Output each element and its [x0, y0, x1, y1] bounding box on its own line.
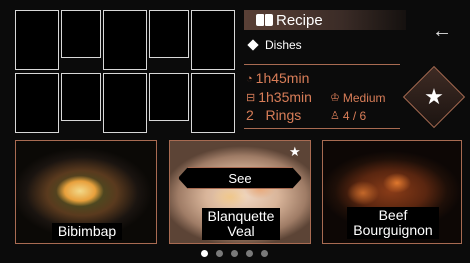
star-icon[interactable]: ★: [412, 75, 456, 119]
diamond-icon: [247, 39, 259, 51]
total-time: ◔ 1h45min: [246, 70, 309, 87]
cook-time: ⊟ 1h35min: [246, 89, 312, 106]
servings: ♙ 4 / 6: [330, 108, 366, 124]
rings-value: 2 Rings: [246, 107, 302, 123]
grid-tile[interactable]: [103, 73, 147, 133]
back-button[interactable]: ←: [428, 20, 456, 42]
total-time-value: 1h45min: [255, 70, 310, 86]
category-label: Dishes: [247, 38, 302, 52]
cook-time-value: 1h35min: [258, 89, 312, 105]
grid-tile[interactable]: [191, 10, 235, 70]
difficulty: ♔ Medium: [330, 90, 386, 106]
timer-icon: ◔: [246, 73, 253, 85]
recipe-card-bourguignon[interactable]: Beef Bourguignon: [322, 140, 462, 244]
card-label: Bibimbap: [52, 223, 122, 240]
grid-tile[interactable]: [61, 10, 101, 58]
grid-tile[interactable]: [15, 10, 59, 70]
pagination-dot[interactable]: [201, 250, 208, 257]
pot-icon: ⊟: [246, 92, 256, 104]
card-label: Blanquette Veal: [202, 208, 280, 240]
arrow-left-icon: ←: [432, 20, 452, 42]
pagination-dot[interactable]: [261, 250, 268, 257]
rings: 2 Rings: [246, 107, 301, 123]
difficulty-value: Medium: [342, 91, 386, 105]
grid-tile[interactable]: [149, 10, 189, 58]
divider: [244, 128, 400, 129]
card-label: Beef Bourguignon: [347, 207, 439, 239]
recipe-card-bibimbap[interactable]: Bibimbap: [15, 140, 157, 244]
grid-tile[interactable]: [15, 73, 59, 133]
pagination-dot[interactable]: [246, 250, 253, 257]
star-icon[interactable]: ★: [289, 144, 301, 160]
person-icon: ♙: [330, 110, 340, 122]
pagination-dot[interactable]: [216, 250, 223, 257]
chef-hat-icon: ♔: [330, 92, 340, 104]
pagination-dot[interactable]: [231, 250, 238, 257]
grid-tile[interactable]: [149, 73, 189, 121]
page-title: Recipe: [276, 11, 323, 29]
book-icon: [256, 14, 273, 26]
servings-value: 4 / 6: [342, 109, 367, 123]
category-text: Dishes: [265, 38, 302, 52]
see-button[interactable]: See: [178, 167, 302, 189]
grid-tile[interactable]: [61, 73, 101, 121]
divider: [244, 64, 400, 65]
recipe-header: Recipe: [244, 10, 406, 30]
grid-tile[interactable]: [103, 10, 147, 70]
grid-tile[interactable]: [191, 73, 235, 133]
